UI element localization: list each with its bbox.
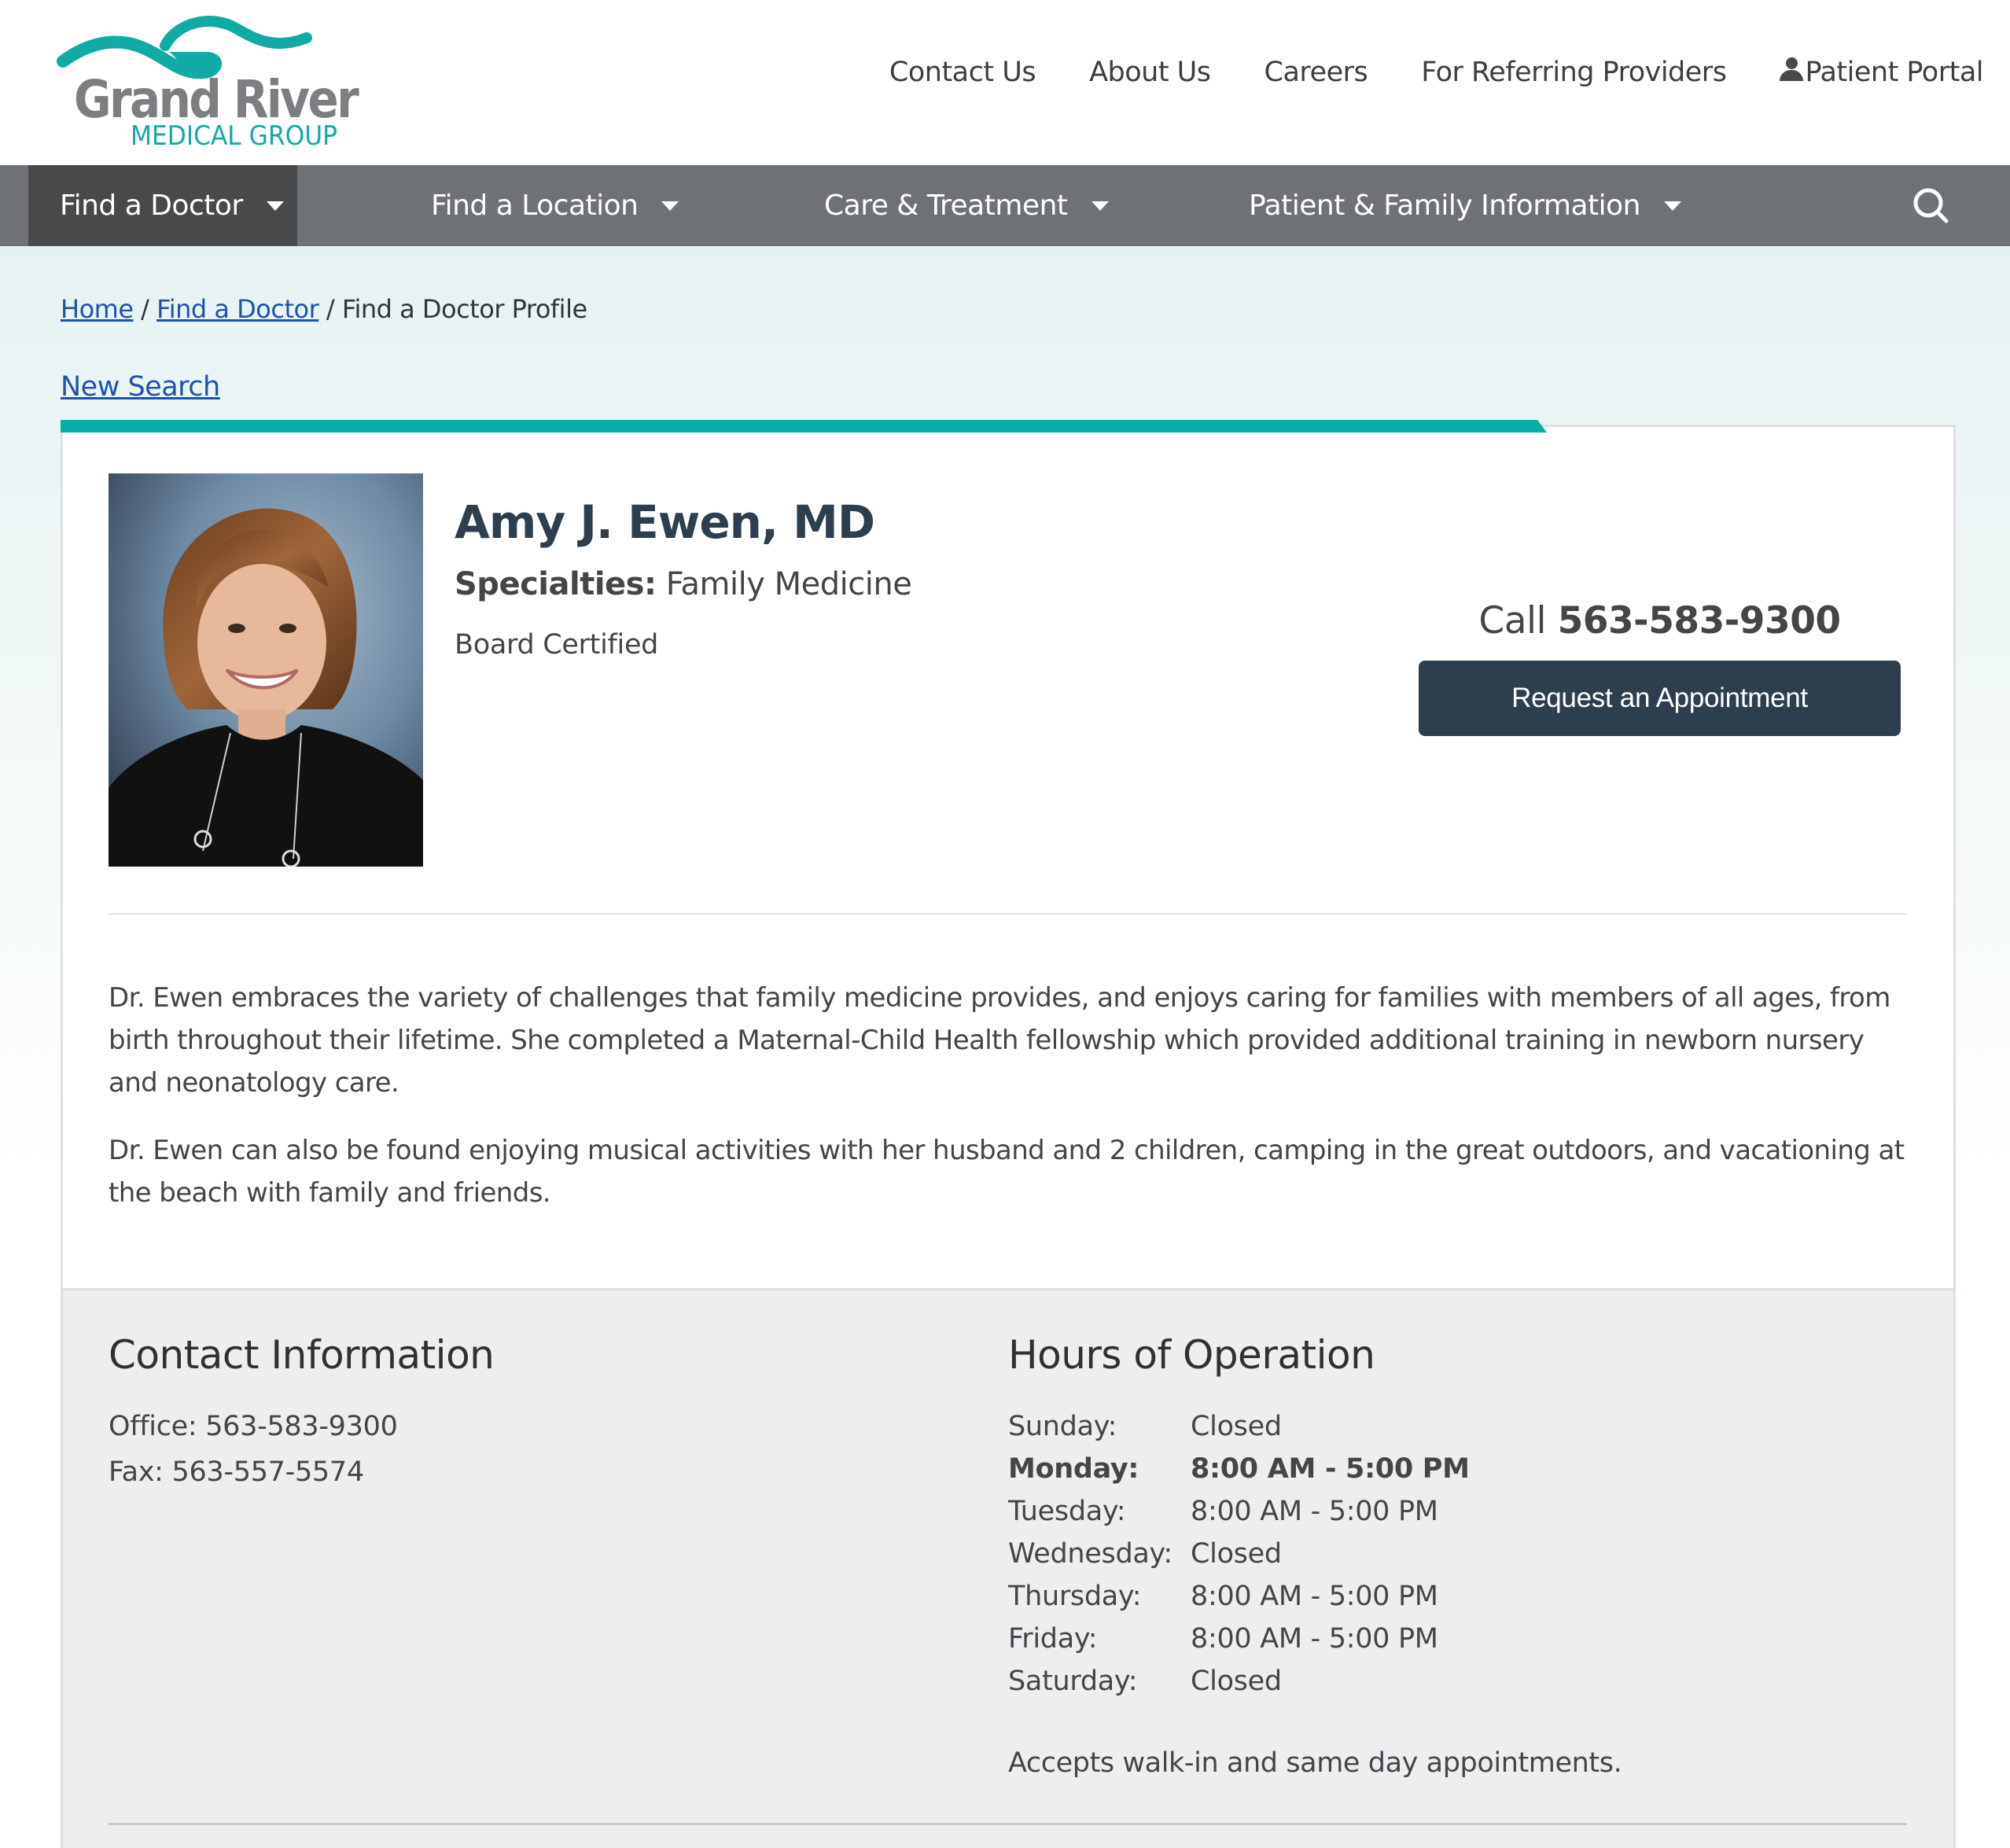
breadcrumb-current: Find a Doctor Profile xyxy=(341,294,587,324)
nav-care-treatment[interactable]: Care & Treatment xyxy=(824,165,1109,246)
nav-label: Care & Treatment xyxy=(824,190,1068,222)
site-header: Grand River MEDICAL GROUP Contact Us Abo… xyxy=(0,0,2010,165)
day-hours: Closed xyxy=(1191,1411,1282,1442)
day-label: Sunday: xyxy=(1008,1411,1117,1442)
section-divider xyxy=(109,1823,1907,1825)
request-appointment-button[interactable]: Request an Appointment xyxy=(1419,661,1901,736)
search-button[interactable] xyxy=(1911,186,1952,226)
divider xyxy=(109,913,1907,915)
top-link-referring-providers[interactable]: For Referring Providers xyxy=(1421,57,1727,88)
doctor-specialties: Specialties: Family Medicine xyxy=(455,566,912,602)
bio-paragraph: Dr. Ewen can also be found enjoying musi… xyxy=(109,1135,1905,1209)
nav-label: Find a Location xyxy=(431,190,639,222)
accent-bar xyxy=(61,420,1547,433)
top-link-about-us[interactable]: About Us xyxy=(1089,57,1211,88)
nav-patient-family-info[interactable]: Patient & Family Information xyxy=(1249,165,1681,246)
day-label: Monday: xyxy=(1008,1453,1139,1485)
portrait-illustration xyxy=(109,473,423,867)
doctor-name: Amy J. Ewen, MD xyxy=(455,495,875,549)
day-label: Thursday: xyxy=(1008,1581,1142,1612)
nav-find-a-doctor[interactable]: Find a Doctor xyxy=(28,165,297,246)
day-label: Friday: xyxy=(1008,1623,1098,1655)
breadcrumb-separator: / xyxy=(141,294,149,324)
breadcrumb-find-a-doctor[interactable]: Find a Doctor xyxy=(156,294,319,324)
chevron-down-icon xyxy=(661,201,679,211)
day-hours: 8:00 AM - 5:00 PM xyxy=(1191,1581,1438,1612)
day-hours: Closed xyxy=(1191,1666,1282,1697)
new-search-link[interactable]: New Search xyxy=(61,371,220,403)
doctor-photo xyxy=(109,473,423,867)
chevron-down-icon xyxy=(1663,201,1681,211)
bio-paragraph: Dr. Ewen embraces the variety of challen… xyxy=(109,982,1890,1099)
specialties-value: Family Medicine xyxy=(665,566,912,602)
doctor-bio: Dr. Ewen embraces the variety of challen… xyxy=(109,977,1909,1239)
breadcrumb-home[interactable]: Home xyxy=(61,294,134,324)
day-label: Wednesday: xyxy=(1008,1538,1172,1570)
top-link-patient-portal[interactable]: Patient Portal xyxy=(1780,57,1983,88)
search-icon xyxy=(1913,188,1949,223)
fax-number: Fax: 563-557-5574 xyxy=(109,1456,364,1488)
call-phone: Call 563-583-9300 xyxy=(1419,599,1901,642)
nav-label: Find a Doctor xyxy=(60,190,243,222)
breadcrumb-separator: / xyxy=(326,294,335,324)
specialties-label: Specialties: xyxy=(455,566,657,602)
day-hours: 8:00 AM - 5:00 PM xyxy=(1191,1496,1438,1527)
walk-in-note: Accepts walk-in and same day appointment… xyxy=(1008,1747,1622,1779)
day-hours: Closed xyxy=(1191,1538,1282,1570)
board-certified: Board Certified xyxy=(455,629,659,661)
day-label: Tuesday: xyxy=(1008,1496,1126,1527)
day-hours: 8:00 AM - 5:00 PM xyxy=(1191,1623,1438,1655)
chevron-down-icon xyxy=(266,201,284,211)
person-icon xyxy=(1780,57,1804,83)
top-link-careers[interactable]: Careers xyxy=(1265,57,1368,88)
hours-heading: Hours of Operation xyxy=(1008,1332,1375,1378)
top-link-contact-us[interactable]: Contact Us xyxy=(889,57,1036,88)
logo[interactable]: Grand River MEDICAL GROUP xyxy=(55,14,370,152)
patient-portal-label: Patient Portal xyxy=(1805,57,1983,88)
utility-nav: Contact Us About Us Careers For Referrin… xyxy=(836,57,1984,88)
contact-info-heading: Contact Information xyxy=(109,1332,495,1378)
nav-find-a-location[interactable]: Find a Location xyxy=(431,165,679,246)
day-hours: 8:00 AM - 5:00 PM xyxy=(1191,1453,1470,1485)
call-prefix: Call xyxy=(1478,599,1547,642)
call-number[interactable]: 563-583-9300 xyxy=(1558,599,1842,642)
office-phone[interactable]: Office: 563-583-9300 xyxy=(109,1411,398,1442)
chevron-down-icon xyxy=(1091,201,1109,211)
day-label: Saturday: xyxy=(1008,1666,1138,1697)
breadcrumb: Home / Find a Doctor / Find a Doctor Pro… xyxy=(61,294,587,324)
logo-subtitle: MEDICAL GROUP xyxy=(131,120,338,152)
nav-label: Patient & Family Information xyxy=(1249,190,1640,222)
main-nav: Find a Doctor Find a Location Care & Tre… xyxy=(0,165,2010,246)
